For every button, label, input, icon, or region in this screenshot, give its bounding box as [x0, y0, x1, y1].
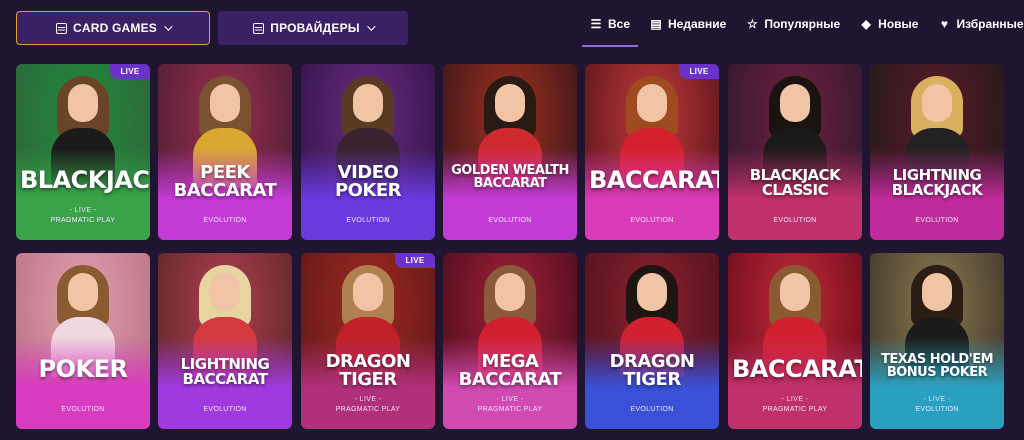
card-gradient: [870, 337, 1004, 429]
game-card[interactable]: GOLDEN WEALTH BACCARAT EVOLUTION: [443, 64, 577, 240]
game-title: DRAGON TIGER: [325, 351, 411, 390]
game-title: LIGHTNING BACCARAT: [180, 355, 270, 388]
card-gradient: [585, 148, 719, 240]
game-subtitle: - LIVE -: [923, 396, 951, 403]
game-title: TEXAS HOLD'EM BONUS POKER: [880, 352, 994, 380]
game-provider: EVOLUTION: [915, 406, 959, 413]
tab-favorites-label: Избранные: [956, 17, 1024, 31]
tab-all-label: Все: [608, 17, 631, 31]
heart-icon: ♥: [940, 17, 949, 31]
list-icon: ☰: [590, 17, 602, 31]
list-icon: [253, 22, 265, 34]
game-card[interactable]: POKER EVOLUTION: [16, 253, 150, 429]
game-title: PEEK BACCARAT: [173, 162, 277, 201]
game-provider: PRAGMATIC PLAY: [762, 406, 828, 413]
game-card[interactable]: BACCARAT EVOLUTION LIVE: [585, 64, 719, 240]
game-subtitle: - LIVE -: [781, 396, 809, 403]
game-title: GOLDEN WEALTH BACCARAT: [451, 163, 569, 191]
tab-recent[interactable]: ▤ Недавние: [640, 0, 736, 48]
live-badge: LIVE: [679, 64, 719, 79]
game-provider: EVOLUTION: [630, 406, 674, 413]
game-card[interactable]: BLACKJACK - LIVE - PRAGMATIC PLAY LIVE: [16, 64, 150, 240]
game-provider: PRAGMATIC PLAY: [50, 217, 116, 224]
game-card[interactable]: TEXAS HOLD'EM BONUS POKER - LIVE - EVOLUTI…: [870, 253, 1004, 429]
game-provider: EVOLUTION: [915, 217, 959, 224]
game-provider: EVOLUTION: [346, 217, 390, 224]
filter-tabs: ☰ Все ▤ Недавние ☆ Популярные ◆ Новые ♥ …: [580, 0, 1024, 48]
game-title: DRAGON TIGER: [609, 351, 695, 390]
tab-popular-label: Популярные: [764, 17, 841, 31]
game-title: MEGA BACCARAT: [458, 351, 562, 390]
game-title: BACCARAT: [589, 166, 719, 194]
game-provider: EVOLUTION: [61, 406, 105, 413]
game-provider: PRAGMATIC PLAY: [477, 406, 543, 413]
game-title: BLACKJACK: [20, 166, 150, 194]
live-badge: LIVE: [395, 253, 435, 268]
game-title: POKER: [38, 355, 128, 383]
game-card[interactable]: DRAGON TIGER - LIVE - PRAGMATIC PLAY LIVE: [301, 253, 435, 429]
tab-favorites[interactable]: ♥ Избранные: [928, 0, 1024, 48]
game-card[interactable]: LIGHTNING BACCARAT EVOLUTION: [158, 253, 292, 429]
providers-dropdown[interactable]: ПРОВАЙДЕРЫ: [218, 11, 408, 45]
tab-popular[interactable]: ☆ Популярные: [736, 0, 850, 48]
game-card[interactable]: DRAGON TIGER EVOLUTION: [585, 253, 719, 429]
category-dropdown[interactable]: CARD GAMES: [16, 11, 210, 45]
card-gradient: [16, 337, 150, 429]
game-provider: EVOLUTION: [203, 406, 247, 413]
tab-all[interactable]: ☰ Все: [580, 0, 640, 48]
chevron-down-icon: [164, 22, 173, 31]
card-gradient: [16, 148, 150, 240]
game-card[interactable]: BLACKJACK CLASSIC EVOLUTION: [728, 64, 862, 240]
diamond-icon: ◆: [861, 17, 871, 31]
top-bar: CARD GAMES ПРОВАЙДЕРЫ ☰ Все ▤ Недавние ☆…: [0, 0, 1024, 56]
game-card[interactable]: LIGHTNING BLACKJACK EVOLUTION: [870, 64, 1004, 240]
game-title: BLACKJACK CLASSIC: [749, 166, 841, 199]
game-title: VIDEO POKER: [334, 162, 402, 201]
card-gradient: [443, 148, 577, 240]
game-card[interactable]: BACCARAT - LIVE - PRAGMATIC PLAY: [728, 253, 862, 429]
game-title: BACCARAT: [732, 355, 862, 383]
star-icon: ☆: [746, 17, 758, 31]
providers-dropdown-label: ПРОВАЙДЕРЫ: [270, 21, 360, 35]
game-card[interactable]: MEGA BACCARAT - LIVE - PRAGMATIC PLAY: [443, 253, 577, 429]
game-subtitle: - LIVE -: [496, 396, 524, 403]
game-subtitle: - LIVE -: [354, 396, 382, 403]
game-subtitle: - LIVE -: [69, 207, 97, 214]
chevron-down-icon: [366, 22, 376, 31]
tab-new[interactable]: ◆ Новые: [850, 0, 928, 48]
game-provider: PRAGMATIC PLAY: [335, 406, 401, 413]
list-icon: [55, 22, 67, 34]
recent-icon: ▤: [650, 17, 662, 31]
game-provider: EVOLUTION: [203, 217, 247, 224]
live-badge: LIVE: [110, 64, 150, 79]
game-provider: EVOLUTION: [630, 217, 674, 224]
category-dropdown-label: CARD GAMES: [72, 21, 157, 35]
game-provider: EVOLUTION: [488, 217, 532, 224]
game-card[interactable]: PEEK BACCARAT EVOLUTION: [158, 64, 292, 240]
game-title: LIGHTNING BLACKJACK: [891, 166, 983, 199]
card-gradient: [728, 337, 862, 429]
tab-recent-label: Недавние: [668, 17, 727, 31]
game-provider: EVOLUTION: [773, 217, 817, 224]
tab-new-label: Новые: [878, 17, 919, 31]
game-card[interactable]: VIDEO POKER EVOLUTION: [301, 64, 435, 240]
